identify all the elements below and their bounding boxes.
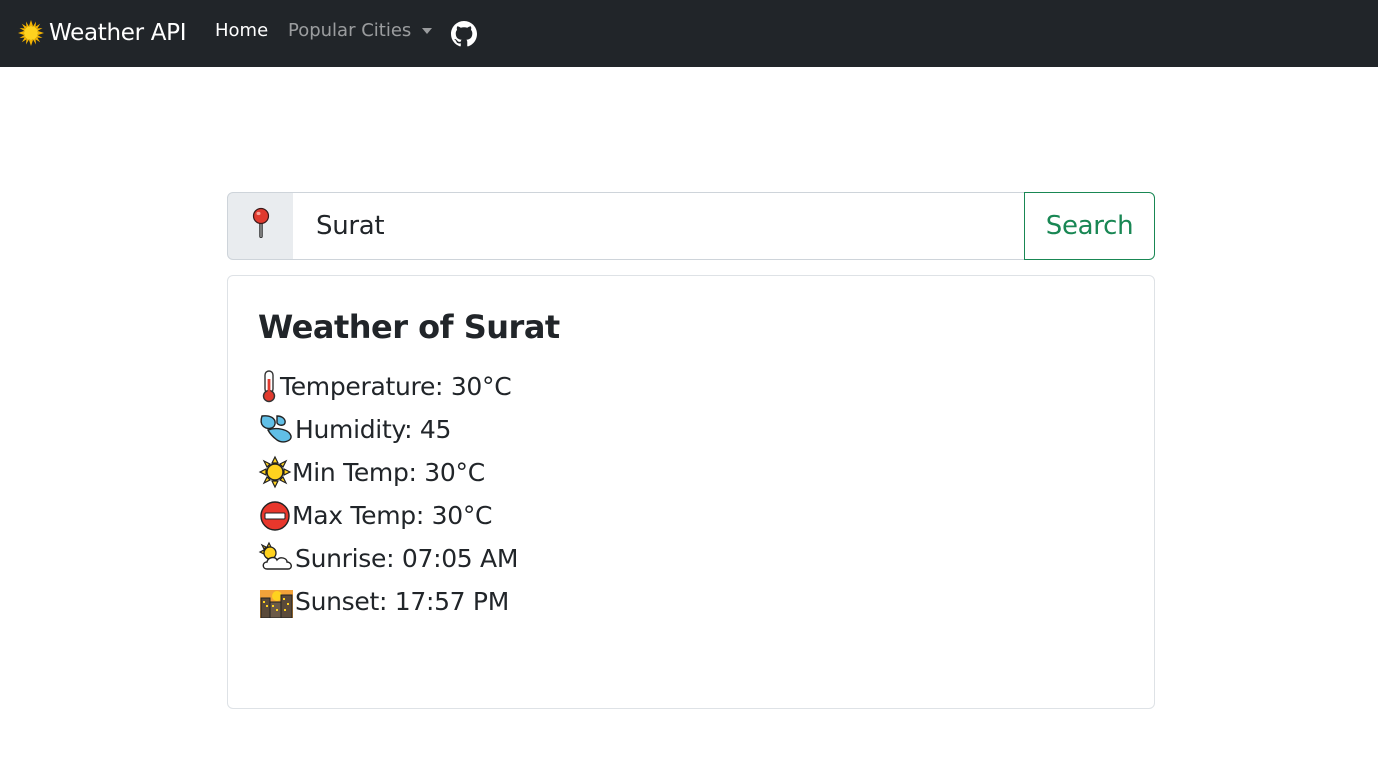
no-entry-icon — [258, 498, 292, 532]
sun-icon — [18, 20, 44, 46]
sunset-text: Sunset: 17:57 PM — [295, 586, 509, 616]
sunrise-text: Sunrise: 07:05 AM — [295, 543, 519, 573]
navbar: Weather API Home Popular Cities — [0, 0, 1378, 67]
temperature-row: Temperature: 30°C — [258, 368, 512, 404]
nav-popular-cities-label: Popular Cities — [288, 20, 412, 41]
brand-title: Weather API — [49, 20, 187, 46]
card-title: Weather of Surat — [258, 308, 560, 346]
city-dusk-icon — [258, 584, 295, 618]
max-temp-row: Max Temp: 30°C — [258, 497, 493, 533]
chevron-down-icon — [422, 28, 433, 34]
humidity-row: Humidity: 45 — [258, 411, 451, 447]
nav-popular-cities-dropdown[interactable]: Popular Cities — [288, 20, 433, 41]
search-button[interactable]: Search — [1024, 192, 1155, 260]
humidity-text: Humidity: 45 — [295, 414, 452, 444]
city-search-input[interactable] — [293, 192, 1025, 260]
max-temp-text: Max Temp: 30°C — [292, 500, 493, 530]
search-form: Search — [227, 192, 1155, 260]
weather-card: Weather of Surat Temperature: 30°C Humid… — [227, 275, 1155, 709]
sunrise-row: Sunrise: 07:05 AM — [258, 540, 518, 576]
nav-home-link[interactable]: Home — [215, 20, 268, 41]
github-icon[interactable] — [451, 21, 477, 47]
brand-link[interactable]: Weather API — [18, 18, 187, 48]
location-addon — [227, 192, 294, 260]
temperature-text: Temperature: 30°C — [280, 371, 512, 401]
sun-behind-cloud-icon — [258, 541, 295, 575]
thermometer-icon — [258, 369, 280, 403]
sun-outline-icon — [258, 455, 292, 489]
min-temp-row: Min Temp: 30°C — [258, 454, 485, 490]
humidity-droplets-icon — [258, 412, 295, 446]
sunset-row: Sunset: 17:57 PM — [258, 583, 509, 619]
min-temp-text: Min Temp: 30°C — [292, 457, 485, 487]
pushpin-icon — [251, 207, 271, 245]
